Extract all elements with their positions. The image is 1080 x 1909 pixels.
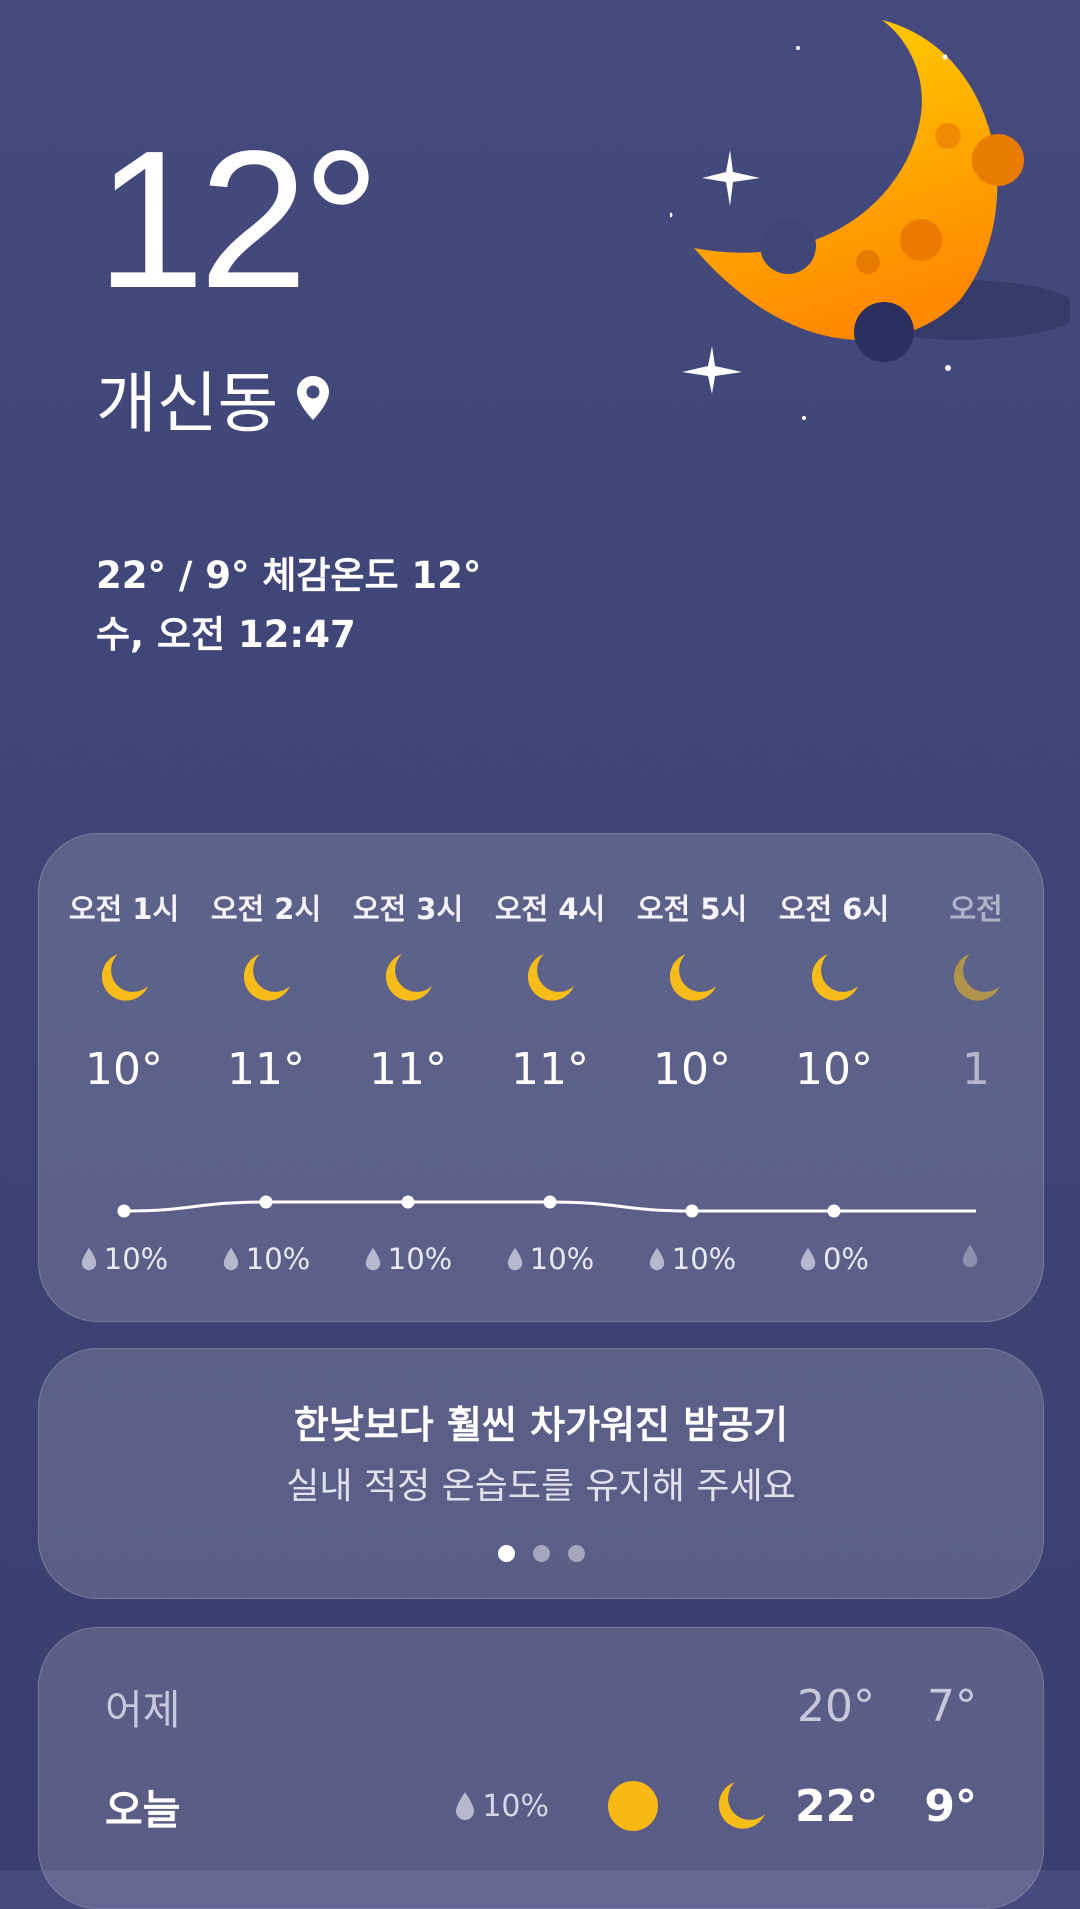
hour-label: 오전 2시 (210, 892, 322, 926)
page-dot[interactable] (532, 1545, 550, 1562)
high-temp: 22° (795, 1780, 879, 1832)
current-temperature: 12° (96, 110, 380, 329)
hour-label: 오전 6시 (778, 892, 890, 926)
daily-row-today[interactable]: 오늘 10% 22° 9° (105, 1766, 977, 1846)
raindrop-icon (223, 1247, 238, 1271)
hourly-item[interactable]: 오전 4시 11° 10% (479, 834, 621, 1321)
precip-chance: 10% (621, 1242, 763, 1276)
daily-forecast-card[interactable]: 어제 20° 7° 오늘 10% 22° 9° (38, 1627, 1044, 1909)
precip-chance: 10% (337, 1242, 479, 1276)
moon-icon (385, 954, 432, 1001)
tip-subtitle: 실내 적정 온습도를 유지해 주세요 (286, 1466, 796, 1507)
hour-temperature: 11° (227, 1044, 305, 1095)
precip-chance: 10% (454, 1789, 549, 1824)
page-dot[interactable] (497, 1545, 515, 1562)
hourly-item[interactable]: 오전 6시 10° 0% (763, 834, 905, 1321)
hour-temperature: 11° (369, 1044, 447, 1095)
weather-tip-card[interactable]: 한낮보다 훨씬 차가워진 밤공기 실내 적정 온습도를 유지해 주세요 (38, 1348, 1044, 1599)
moon-icon (718, 1782, 765, 1829)
raindrop-icon (507, 1247, 522, 1271)
hourly-item[interactable]: 오전 1 (905, 834, 1004, 1321)
hour-label: 오전 3시 (352, 892, 464, 926)
day-label: 오늘 (105, 1786, 181, 1834)
hour-label: 오전 1시 (68, 892, 180, 926)
low-temp: 9° (924, 1780, 977, 1832)
sun-icon (608, 1781, 658, 1831)
low-temp: 7° (927, 1680, 977, 1732)
current-datetime: 수, 오전 12:47 (96, 613, 356, 656)
location-label[interactable]: 개신동 (96, 350, 332, 446)
day-label: 어제 (105, 1686, 181, 1734)
precip-chance: 10% (195, 1242, 337, 1276)
high-temp: 20° (797, 1680, 875, 1732)
high-low-feels-like: 22° / 9° 체감온도 12° (96, 554, 482, 597)
hour-temperature: 10° (795, 1044, 873, 1095)
precip-chance: 10% (53, 1242, 195, 1276)
moon-icon (243, 954, 290, 1001)
hour-temperature: 11° (511, 1044, 589, 1095)
hourly-item[interactable]: 오전 1시 10° 10% (53, 834, 195, 1321)
location-name: 개신동 (96, 365, 279, 442)
page-dot[interactable] (567, 1545, 585, 1562)
hour-label: 오전 5시 (636, 892, 748, 926)
hour-temperature: 10° (85, 1044, 163, 1095)
tip-title: 한낮보다 훨씬 차가워진 밤공기 (293, 1403, 789, 1447)
hourly-item[interactable]: 오전 3시 11° 10% (337, 834, 479, 1321)
moon-icon (669, 954, 716, 1001)
hour-label: 오전 4시 (494, 892, 606, 926)
moon-icon (101, 954, 148, 1001)
raindrop-icon (962, 1244, 978, 1268)
raindrop-icon (81, 1247, 96, 1271)
hour-temperature: 1 (962, 1044, 990, 1095)
hour-label: 오전 (949, 892, 1003, 926)
moon-icon (953, 954, 1000, 1001)
hourly-forecast-card[interactable]: 오전 1시 10° 10% 오전 2시 11° 10% 오전 3시 11° 10% 오전 4시 11… (38, 833, 1044, 1322)
precip-chance: 10% (479, 1242, 621, 1276)
hour-temperature: 10° (653, 1044, 731, 1095)
hourly-item[interactable]: 오전 2시 11° 10% (195, 834, 337, 1321)
raindrop-icon (365, 1247, 380, 1271)
precip-chance: 0% (763, 1242, 905, 1276)
moon-icon (527, 954, 574, 1001)
daily-row-yesterday[interactable]: 어제 20° 7° (105, 1666, 977, 1746)
location-pin-icon (297, 376, 330, 420)
raindrop-icon (800, 1247, 816, 1271)
page-indicator[interactable] (39, 1545, 1043, 1562)
crescent-moon-illustration (670, 20, 1070, 420)
moon-icon (811, 954, 858, 1001)
raindrop-icon (649, 1247, 664, 1271)
raindrop-icon (456, 1792, 475, 1820)
hourly-item[interactable]: 오전 5시 10° 10% (621, 834, 763, 1321)
